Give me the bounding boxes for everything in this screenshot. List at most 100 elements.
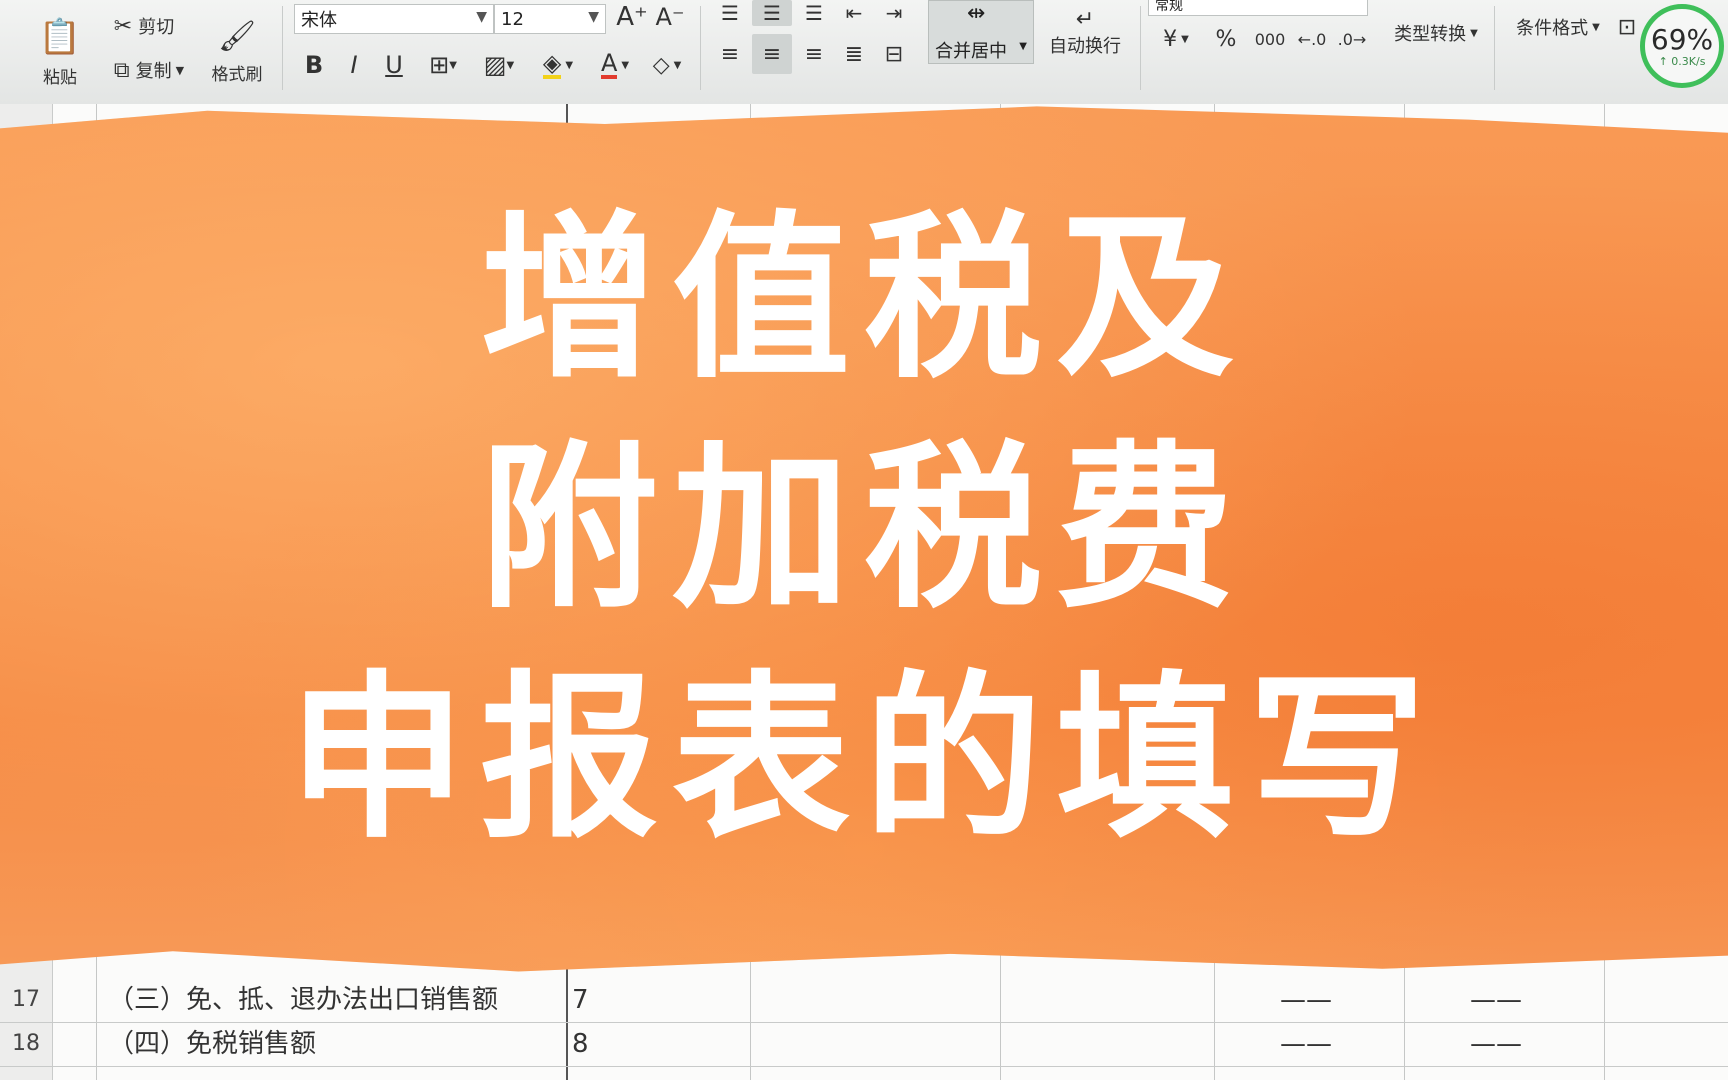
value-cell[interactable]: —— <box>1280 978 1332 1022</box>
chevron-down-icon: ▼ <box>673 59 682 71</box>
pattern-icon: ▨ <box>483 51 507 79</box>
merge-cells-icon: ⇹ <box>967 1 986 26</box>
chevron-down-icon: ▼ <box>506 59 515 71</box>
conditional-format-button[interactable]: 条件格式 ▼ <box>1504 10 1612 44</box>
row-number: 17 <box>12 987 40 1012</box>
justify-button[interactable]: ≣ <box>836 36 872 72</box>
justify-icon: ≣ <box>844 41 864 67</box>
chevron-down-icon: ▼ <box>175 63 185 77</box>
line-number-cell[interactable]: 7 <box>572 978 589 1022</box>
bold-icon: B <box>304 51 324 79</box>
wrap-text-icon: ↵ <box>1075 6 1095 32</box>
increase-indent-button[interactable]: ⇥ <box>876 0 912 26</box>
ribbon-toolbar: 📋 粘贴 ✂ 剪切 ⧉ 复制 ▼ 🖌 格式刷 宋体 ▼ 12 ▼ A⁺ A⁻ B… <box>0 0 1728 105</box>
copy-label: 复制 <box>135 61 172 82</box>
align-middle-icon: ☰ <box>763 1 781 25</box>
value-cell[interactable]: —— <box>1280 1022 1332 1066</box>
speed-percent: 69% <box>1650 22 1714 56</box>
decrease-font-button[interactable]: A⁻ <box>652 2 688 32</box>
align-center-button[interactable]: ≡ <box>752 34 792 74</box>
decrease-decimal-button[interactable]: .0→ <box>1334 22 1370 56</box>
merge-center-label: 合并居中 <box>935 41 1007 62</box>
font-size-select[interactable]: 12 ▼ <box>494 4 606 34</box>
distribute-icon: ⊟ <box>884 41 904 67</box>
indent-icon: ⇥ <box>885 1 903 25</box>
chevron-down-icon: ▼ <box>476 9 487 25</box>
font-color-icon: A <box>600 49 618 79</box>
number-format-value: 常规 <box>1155 0 1183 14</box>
value-cell[interactable]: —— <box>1470 978 1522 1022</box>
eraser-icon: ◇ <box>652 52 670 78</box>
line-number-cell[interactable]: 8 <box>572 1022 589 1066</box>
chevron-down-icon: ▼ <box>1019 41 1027 52</box>
title-banner: 增值税及 附加税费 申报表的填写 <box>0 106 1728 972</box>
fill-pattern-button[interactable]: ▨ ▼ <box>474 48 524 82</box>
type-convert-label: 类型转换 <box>1394 24 1467 45</box>
percent-icon: % <box>1215 26 1237 52</box>
borders-icon: ⊞ <box>429 51 450 79</box>
row-number: 18 <box>12 1031 40 1056</box>
group-divider <box>1494 6 1495 90</box>
table-row[interactable]: 17 （三）免、抵、退办法出口销售额 7 —— —— <box>0 978 1728 1023</box>
align-top-icon: ☰ <box>721 1 739 25</box>
chevron-down-icon: ▼ <box>565 59 574 71</box>
align-middle-button[interactable]: ☰ <box>752 0 792 26</box>
fill-color-button[interactable]: ◈ ▼ <box>530 48 586 82</box>
title-line-1: 增值税及 <box>480 195 1248 402</box>
thousands-icon: 000 <box>1254 29 1286 49</box>
paste-button[interactable]: 📋 粘贴 <box>28 8 92 96</box>
align-bottom-icon: ☰ <box>805 1 823 25</box>
italic-icon: I <box>350 51 358 79</box>
font-color-button[interactable]: A ▼ <box>592 48 638 82</box>
row-label-cell[interactable]: （四）免税销售额 <box>108 1022 316 1066</box>
merge-center-button[interactable]: ⇹ 合并居中 ▼ <box>928 0 1034 64</box>
font-name-value: 宋体 <box>301 10 337 31</box>
clear-format-button[interactable]: ◇ ▼ <box>644 48 690 82</box>
align-left-icon: ≡ <box>720 41 740 67</box>
format-painter-button[interactable]: 🖌 格式刷 <box>204 8 270 96</box>
distributed-button[interactable]: ⊟ <box>876 36 912 72</box>
conditional-format-label: 条件格式 <box>1516 18 1589 39</box>
currency-icon: ¥ <box>1163 26 1178 52</box>
paint-bucket-icon: ◈ <box>542 49 562 79</box>
cut-label: 剪切 <box>138 17 175 38</box>
paste-label: 粘贴 <box>43 67 77 88</box>
chevron-down-icon: ▼ <box>621 59 630 71</box>
title-line-3: 申报表的填写 <box>288 655 1440 862</box>
value-cell[interactable]: —— <box>1470 1022 1522 1066</box>
paste-icon: 📋 <box>38 16 82 57</box>
chevron-down-icon: ▼ <box>449 59 457 71</box>
italic-button[interactable]: I <box>338 48 370 82</box>
type-convert-button[interactable]: 类型转换 ▼ <box>1378 16 1494 50</box>
row-label-cell[interactable]: （三）免、抵、退办法出口销售额 <box>108 978 498 1022</box>
thousands-separator-button[interactable]: 000 <box>1250 22 1290 56</box>
paintbrush-icon: 🖌 <box>217 19 257 54</box>
table-style-button[interactable]: ⊡ <box>1614 10 1640 44</box>
increase-decimal-button[interactable]: ←.0 <box>1294 22 1330 56</box>
number-format-select[interactable]: 常规 <box>1148 0 1368 16</box>
align-bottom-button[interactable]: ☰ <box>796 0 832 26</box>
underline-icon: U <box>385 51 403 79</box>
table-style-icon: ⊡ <box>1617 14 1637 40</box>
decrease-indent-button[interactable]: ⇤ <box>836 0 872 26</box>
wrap-text-button[interactable]: ↵ 自动换行 <box>1040 0 1130 64</box>
decrease-decimal-icon: .0→ <box>1337 29 1367 49</box>
table-row[interactable]: 18 （四）免税销售额 8 —— —— <box>0 1022 1728 1067</box>
wrap-text-label: 自动换行 <box>1049 35 1121 57</box>
increase-decimal-icon: ←.0 <box>1297 29 1327 49</box>
copy-button[interactable]: ⧉ 复制 ▼ <box>104 54 194 86</box>
align-left-button[interactable]: ≡ <box>712 36 748 72</box>
cut-button[interactable]: ✂ 剪切 <box>104 10 184 42</box>
outdent-icon: ⇤ <box>845 1 863 25</box>
increase-font-button[interactable]: A⁺ <box>614 2 650 32</box>
percent-button[interactable]: % <box>1210 22 1242 56</box>
borders-button[interactable]: ⊞ ▼ <box>418 48 468 82</box>
group-divider <box>1140 6 1141 90</box>
underline-button[interactable]: U <box>378 48 410 82</box>
font-name-select[interactable]: 宋体 ▼ <box>294 4 494 34</box>
currency-button[interactable]: ¥ ▼ <box>1154 22 1198 56</box>
align-right-button[interactable]: ≡ <box>796 36 832 72</box>
bold-button[interactable]: B <box>298 48 330 82</box>
network-speed-widget[interactable]: 69% ↑ 0.3K/s <box>1640 4 1724 88</box>
align-top-button[interactable]: ☰ <box>712 0 748 26</box>
